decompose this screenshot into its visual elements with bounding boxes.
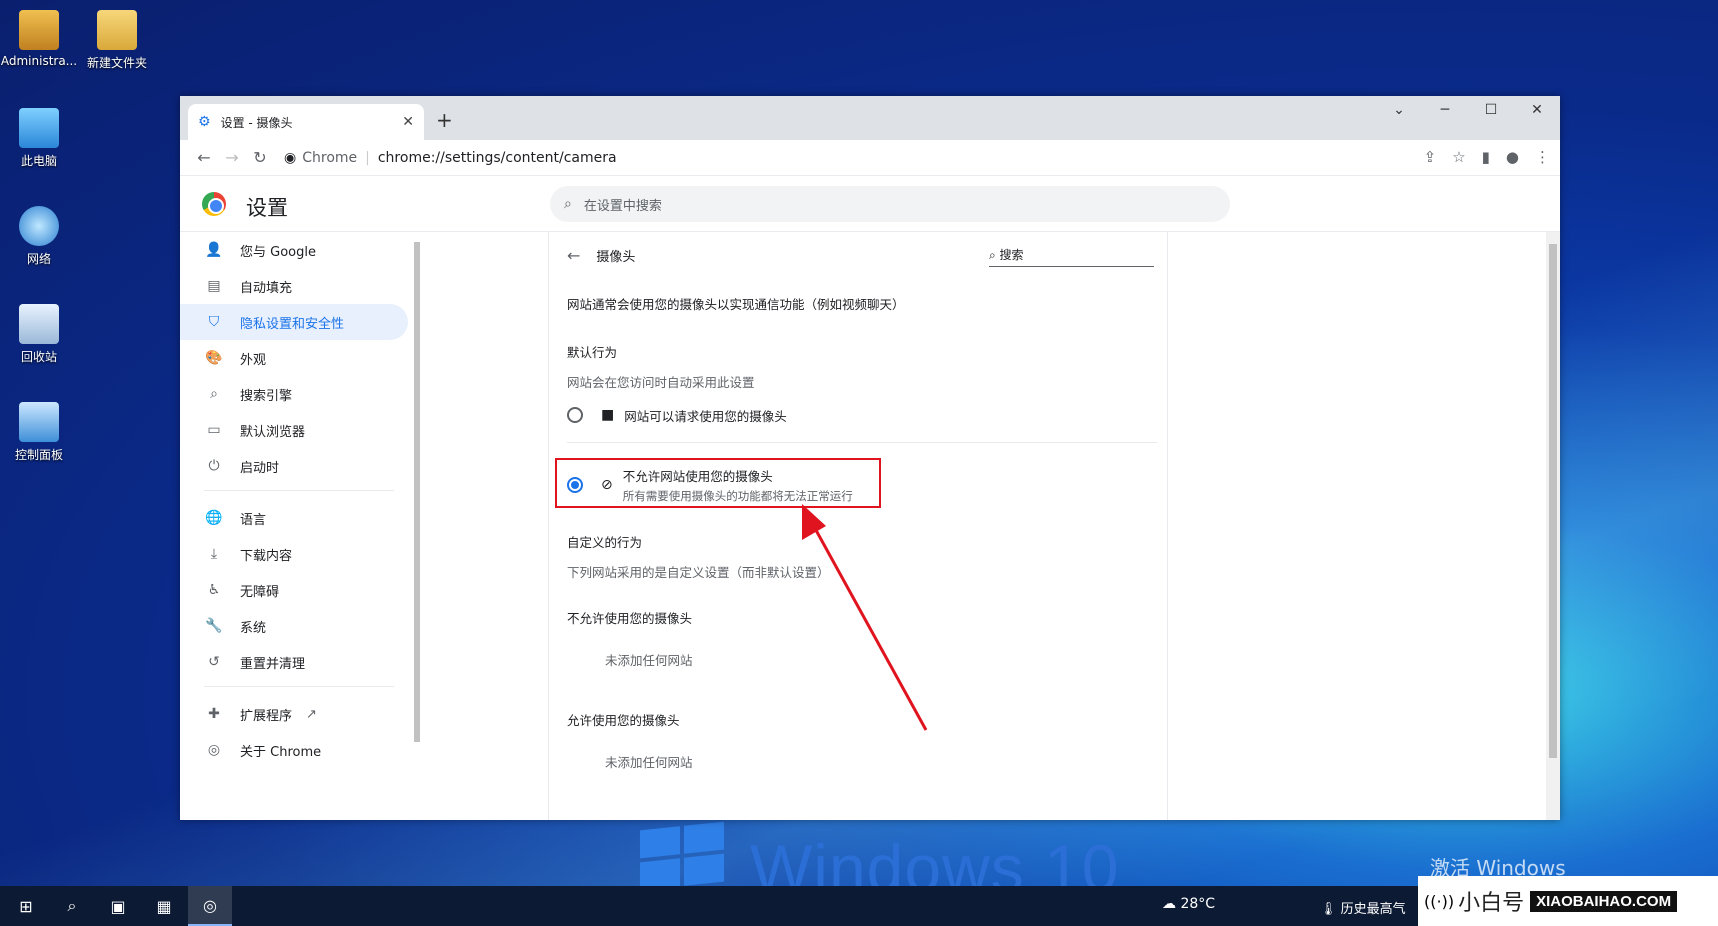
network-globe-icon [19, 206, 59, 246]
computer-icon [19, 108, 59, 148]
desktop-icon-this-pc[interactable]: 此电脑 [0, 108, 78, 169]
annotation-arrow [802, 504, 928, 731]
cloud-icon: ☁ [1162, 896, 1181, 912]
user-folder-icon [19, 10, 59, 50]
weather-widget[interactable]: ☁ 28°C [1162, 896, 1215, 912]
apps-grid-icon[interactable]: ▦ [142, 886, 186, 926]
taskbar-chrome-icon[interactable]: ◎ [188, 886, 232, 926]
start-windows-icon[interactable]: ⊞ [4, 886, 48, 926]
thermometer-icon: 🌡 [1320, 902, 1341, 917]
desktop-icon-control-panel[interactable]: 控制面板 [0, 402, 78, 463]
desktop-icon-network[interactable]: 网络 [0, 206, 78, 267]
site-watermark: ((·)) 小白号 XIAOBAIHAO.COM [1418, 876, 1718, 926]
folder-icon [97, 10, 137, 50]
desktop-icon-recycle-bin[interactable]: 回收站 [0, 304, 78, 365]
desktop-icon-admin[interactable]: Administra... [0, 10, 78, 68]
chrome-window: ⚙ 设置 - 摄像头 ✕ + ⌄ ─ ☐ ✕ ← → ↻ ◉ Chrome | … [180, 96, 1560, 820]
recycle-bin-icon [19, 304, 59, 344]
windows-logo-icon [640, 821, 724, 891]
task-view-icon[interactable]: ▣ [96, 886, 140, 926]
news-ticker[interactable]: 🌡 历史最高气 [1320, 898, 1406, 917]
arrow-shaft [804, 511, 928, 731]
broadcast-icon: ((·)) [1424, 891, 1455, 911]
search-icon[interactable]: ⌕ [50, 886, 94, 926]
control-panel-icon [19, 402, 59, 442]
arrow-head [802, 504, 826, 540]
desktop-icon-new-folder[interactable]: 新建文件夹 [78, 10, 156, 71]
